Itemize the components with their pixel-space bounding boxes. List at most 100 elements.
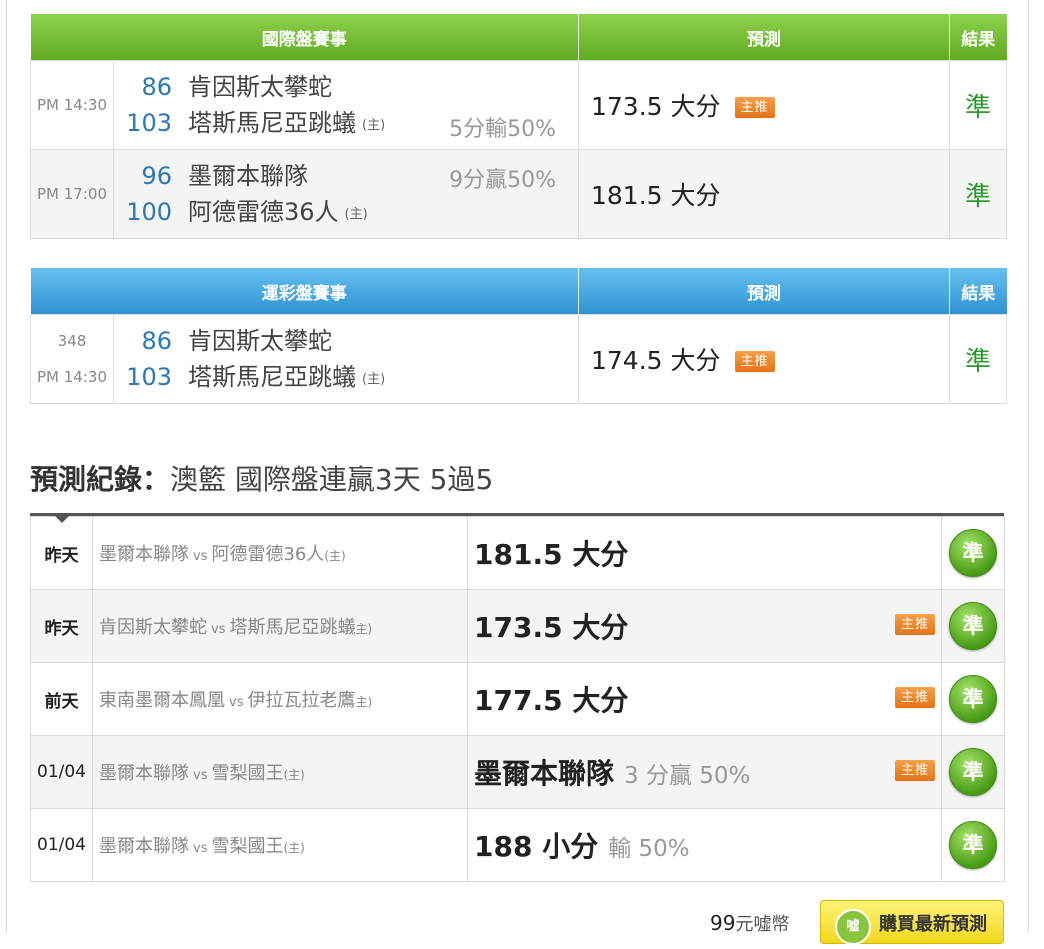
home-marker: (主) — [344, 207, 368, 222]
vs-label: vs — [193, 768, 208, 783]
intl-header-event: 國際盤賽事 — [30, 14, 579, 61]
vs-label: vs — [229, 695, 244, 710]
record-result: 準 — [941, 662, 1005, 736]
team-a: 墨爾本聯隊 — [99, 544, 189, 565]
home-team-number: 103 — [126, 109, 172, 137]
home-marker: (主) — [324, 549, 346, 563]
record-row[interactable]: 昨天 肯因斯太攀蛇 vs 塔斯馬尼亞跳蟻主) 173.5 大分 主推 準 — [30, 589, 1005, 663]
team-b: 塔斯馬尼亞跳蟻 — [229, 617, 356, 638]
home-marker: (主) — [362, 118, 386, 133]
match-time: PM 14:30 — [37, 368, 107, 386]
intl-table-header: 國際盤賽事 預測 結果 — [30, 14, 1007, 61]
price-label: 99元噓幣 — [710, 910, 789, 936]
vs-label: vs — [193, 841, 208, 856]
vs-label: vs — [211, 622, 226, 637]
pick-value: 墨爾本聯隊 — [474, 757, 615, 790]
team-b: 阿德雷德36人 — [211, 544, 325, 565]
result-text: 準 — [949, 60, 1007, 150]
record-title-text: 澳籃 國際盤連贏3天 5過5 — [170, 463, 494, 496]
lottery-table-header: 運彩盤賽事 預測 結果 — [30, 268, 1007, 315]
record-match[interactable]: 東南墨爾本鳳凰 vs 伊拉瓦拉老鷹主) — [92, 662, 468, 736]
home-marker: (主) — [362, 372, 386, 387]
record-pick: 181.5 大分 — [467, 516, 942, 590]
intl-header-result: 結果 — [949, 14, 1007, 61]
home-team-number: 103 — [126, 363, 172, 391]
home-team-number: 100 — [126, 198, 172, 226]
featured-pick-badge: 主推 — [894, 614, 935, 635]
away-team-line: 86 肯因斯太攀蛇 — [114, 69, 578, 105]
buy-prediction-button[interactable]: 噓 購買最新預測 — [820, 900, 1004, 945]
record-day: 前天 — [30, 662, 93, 736]
away-team-number: 86 — [141, 327, 172, 355]
away-team-name: 肯因斯太攀蛇 — [188, 327, 332, 355]
match-time: PM 17:00 — [30, 149, 114, 239]
match-teams[interactable]: 96 墨爾本聯隊 100 阿德雷德36人 (主) 9分贏50% — [113, 149, 579, 239]
record-result: 準 — [941, 735, 1005, 809]
record-row[interactable]: 前天 東南墨爾本鳳凰 vs 伊拉瓦拉老鷹主) 177.5 大分 主推 準 — [30, 662, 1005, 736]
vs-label: vs — [193, 549, 208, 564]
prediction-value: 174.5 大分 — [591, 346, 721, 375]
price-amount: 99 — [710, 911, 736, 935]
record-match[interactable]: 墨爾本聯隊 vs 阿德雷德36人(主) — [92, 516, 468, 590]
handicap-text: 9分贏50% — [449, 168, 556, 193]
record-title: 預測紀錄：澳籃 國際盤連贏3天 5過5 — [30, 458, 493, 498]
home-team-name: 塔斯馬尼亞跳蟻 — [188, 109, 356, 137]
record-day: 01/04 — [30, 808, 93, 882]
pick-detail: 3 分贏 50% — [624, 763, 751, 789]
team-a: 墨爾本聯隊 — [99, 763, 189, 784]
page-left-border — [6, 0, 7, 932]
home-marker: 主) — [355, 695, 373, 709]
match-teams[interactable]: 86 肯因斯太攀蛇 103 塔斯馬尼亞跳蟻 (主) — [113, 314, 579, 404]
featured-pick-badge: 主推 — [734, 351, 775, 372]
win-medal-icon: 準 — [949, 748, 997, 796]
match-teams[interactable]: 86 肯因斯太攀蛇 103 塔斯馬尼亞跳蟻 (主) 5分輸50% — [113, 60, 579, 150]
team-b: 雪梨國王 — [211, 836, 284, 857]
record-day: 01/04 — [30, 735, 93, 809]
home-marker: (主) — [283, 768, 305, 782]
home-team-name: 塔斯馬尼亞跳蟻 — [188, 363, 356, 391]
record-pointer-icon — [55, 516, 69, 523]
home-team-line: 103 塔斯馬尼亞跳蟻 (主) — [114, 359, 578, 395]
record-result: 準 — [941, 589, 1005, 663]
team-b: 伊拉瓦拉老鷹 — [247, 690, 356, 711]
record-pick: 177.5 大分 主推 — [467, 662, 942, 736]
record-row[interactable]: 01/04 墨爾本聯隊 vs 雪梨國王(主) 墨爾本聯隊 3 分贏 50% 主推 準 — [30, 735, 1005, 809]
handicap-text: 5分輸50% — [449, 117, 556, 142]
featured-pick-badge: 主推 — [894, 687, 935, 708]
record-day: 昨天 — [30, 516, 93, 590]
match-code: 348 — [57, 332, 87, 350]
prediction-cell: 181.5 大分 — [578, 149, 950, 239]
record-divider — [30, 513, 1004, 516]
page-right-border — [1028, 0, 1029, 932]
record-pick: 墨爾本聯隊 3 分贏 50% 主推 — [467, 735, 942, 809]
prediction-value: 181.5 大分 — [591, 181, 721, 210]
intl-match-row[interactable]: PM 17:00 96 墨爾本聯隊 100 阿德雷德36人 (主) 9分贏50% 18… — [30, 149, 1007, 239]
record-title-label: 預測紀錄： — [30, 463, 171, 496]
record-table: 昨天 墨爾本聯隊 vs 阿德雷德36人(主) 181.5 大分 準 昨天 肯因斯太攀… — [30, 516, 1005, 882]
prediction-cell: 173.5 大分 主推 — [578, 60, 950, 150]
featured-pick-badge: 主推 — [734, 97, 775, 118]
record-row[interactable]: 01/04 墨爾本聯隊 vs 雪梨國王(主) 188 小分輸 50% 準 — [30, 808, 1005, 882]
win-medal-icon: 準 — [949, 602, 997, 650]
record-match[interactable]: 墨爾本聯隊 vs 雪梨國王(主) — [92, 808, 468, 882]
team-a: 東南墨爾本鳳凰 — [99, 690, 225, 711]
team-b: 雪梨國王 — [211, 763, 284, 784]
home-team-name: 阿德雷德36人 — [188, 198, 339, 226]
coin-icon: 噓 — [835, 909, 871, 945]
lottery-match-row[interactable]: 348 PM 14:30 86 肯因斯太攀蛇 103 塔斯馬尼亞跳蟻 (主) 174.… — [30, 314, 1007, 404]
intl-match-row[interactable]: PM 14:30 86 肯因斯太攀蛇 103 塔斯馬尼亞跳蟻 (主) 5分輸50% 1… — [30, 60, 1007, 150]
lottery-header-prediction: 預測 — [578, 268, 950, 315]
away-team-number: 86 — [141, 73, 172, 101]
prediction-cell: 174.5 大分 主推 — [578, 314, 950, 404]
result-text: 準 — [949, 149, 1007, 239]
record-pick: 173.5 大分 主推 — [467, 589, 942, 663]
record-row[interactable]: 昨天 墨爾本聯隊 vs 阿德雷德36人(主) 181.5 大分 準 — [30, 516, 1005, 590]
win-medal-icon: 準 — [949, 529, 997, 577]
record-match[interactable]: 肯因斯太攀蛇 vs 塔斯馬尼亞跳蟻主) — [92, 589, 468, 663]
home-team-line: 100 阿德雷德36人 (主) — [114, 194, 578, 230]
record-match[interactable]: 墨爾本聯隊 vs 雪梨國王(主) — [92, 735, 468, 809]
lottery-odds-table: 運彩盤賽事 預測 結果 348 PM 14:30 86 肯因斯太攀蛇 103 塔斯馬… — [30, 268, 1007, 404]
away-team-name: 墨爾本聯隊 — [188, 162, 308, 190]
record-result: 準 — [941, 516, 1005, 590]
home-marker: (主) — [283, 841, 305, 855]
